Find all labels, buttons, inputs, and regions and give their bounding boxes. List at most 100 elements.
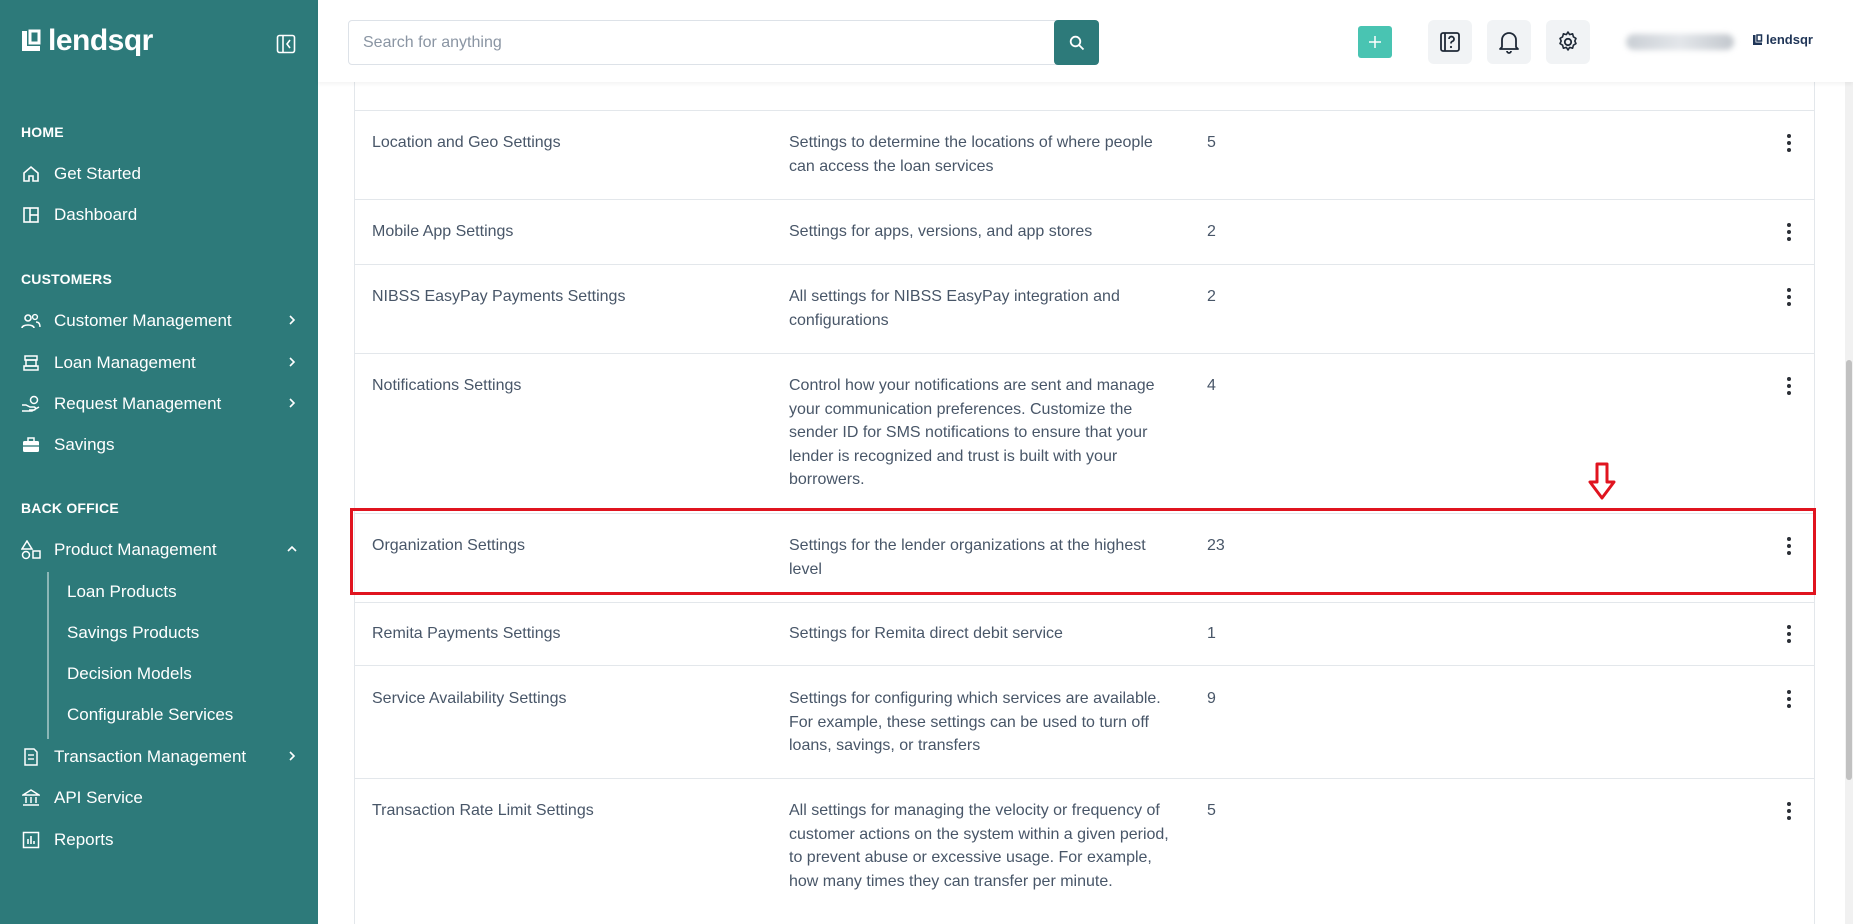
- sidebar-item-label: Transaction Management: [54, 747, 247, 766]
- setting-description: Settings for apps, versions, and app sto…: [789, 223, 1093, 240]
- briefcase-icon: [21, 435, 41, 455]
- table-row[interactable]: NIBSS EasyPay Payments Settings All sett…: [355, 265, 1814, 354]
- plus-icon: [1369, 36, 1381, 48]
- sidebar-item-label: Loan Management: [54, 353, 196, 372]
- section-home: HOME: [21, 124, 64, 140]
- sidebar-subitem-decision-models[interactable]: Decision Models: [67, 660, 192, 688]
- setting-description: Control how your notifications are sent …: [789, 377, 1155, 488]
- bank-icon: [21, 353, 41, 373]
- search-input[interactable]: [348, 20, 1065, 65]
- setting-description: Settings to determine the locations of w…: [789, 134, 1153, 175]
- bank-building-icon: [21, 788, 41, 808]
- more-options-icon[interactable]: [1779, 374, 1799, 398]
- setting-name: Service Availability Settings: [372, 690, 567, 707]
- small-logo-mark-icon: [1753, 33, 1763, 45]
- users-icon: [21, 311, 41, 331]
- setting-description: All settings for managing the velocity o…: [789, 802, 1169, 890]
- setting-count: 2: [1207, 288, 1216, 305]
- gear-icon: [1559, 31, 1577, 51]
- setting-count: 9: [1207, 690, 1216, 707]
- hand-request-icon: [21, 394, 41, 414]
- sidebar-item-savings[interactable]: Savings: [21, 430, 299, 460]
- sidebar: lendsqr HOME Get Started Dashboard CUSTO…: [0, 0, 318, 924]
- sidebar-item-label: Dashboard: [54, 205, 138, 224]
- sidebar-item-get-started[interactable]: Get Started: [21, 159, 299, 189]
- setting-count: 2: [1207, 223, 1216, 240]
- table-row[interactable]: Service Availability Settings Settings f…: [355, 666, 1814, 779]
- chevron-up-icon: [287, 545, 297, 552]
- table-row[interactable]: Mobile App Settings Settings for apps, v…: [355, 200, 1814, 265]
- sidebar-subitem-configurable-services[interactable]: Configurable Services: [67, 701, 233, 729]
- search-button[interactable]: [1054, 20, 1099, 65]
- more-options-icon[interactable]: [1779, 799, 1799, 823]
- sidebar-item-loan-management[interactable]: Loan Management: [21, 348, 299, 378]
- logo-mark-icon: [22, 29, 41, 51]
- sidebar-item-product-management[interactable]: Product Management: [21, 535, 299, 565]
- small-logo-text: lendsqr: [1766, 32, 1813, 47]
- sidebar-subitem-loan-products[interactable]: Loan Products: [67, 578, 177, 606]
- sidebar-subitem-savings-products[interactable]: Savings Products: [67, 619, 199, 647]
- setting-name: NIBSS EasyPay Payments Settings: [372, 288, 626, 305]
- setting-description: All settings for NIBSS EasyPay integrati…: [789, 288, 1120, 329]
- sidebar-item-customer-management[interactable]: Customer Management: [21, 306, 299, 336]
- sidebar-item-transaction-management[interactable]: Transaction Management: [21, 742, 299, 772]
- organization-logo[interactable]: lendsqr: [1752, 32, 1813, 47]
- user-name-blurred[interactable]: [1626, 34, 1734, 50]
- search-icon: [1069, 35, 1084, 50]
- collapse-sidebar-icon[interactable]: [276, 34, 296, 54]
- table-row[interactable]: Location and Geo Settings Settings to de…: [355, 111, 1814, 200]
- setting-count: 5: [1207, 802, 1216, 819]
- add-button[interactable]: [1358, 26, 1392, 58]
- chevron-right-icon: [289, 751, 296, 761]
- more-options-icon[interactable]: [1779, 622, 1799, 646]
- setting-description: Settings for Remita direct debit service: [789, 625, 1063, 642]
- setting-description: Settings for configuring which services …: [789, 690, 1161, 754]
- sidebar-item-label: Product Management: [54, 540, 217, 559]
- settings-button[interactable]: [1546, 20, 1590, 64]
- home-icon: [21, 164, 41, 184]
- setting-name: Location and Geo Settings: [372, 134, 561, 151]
- chevron-right-icon: [289, 357, 296, 367]
- setting-name: Mobile App Settings: [372, 223, 514, 240]
- setting-name: Notifications Settings: [372, 377, 522, 394]
- dashboard-icon: [21, 205, 41, 225]
- highlight-box: [350, 508, 1816, 595]
- sidebar-item-label: API Service: [54, 788, 143, 807]
- scrollbar-thumb[interactable]: [1846, 360, 1852, 780]
- more-options-icon[interactable]: [1779, 687, 1799, 711]
- submenu-guide-line: [47, 572, 49, 739]
- section-customers: CUSTOMERS: [21, 271, 112, 287]
- sidebar-item-dashboard[interactable]: Dashboard: [21, 200, 299, 230]
- more-options-icon[interactable]: [1779, 285, 1799, 309]
- sidebar-item-api-service[interactable]: API Service: [21, 783, 299, 813]
- logo-text: lendsqr: [48, 24, 153, 57]
- setting-count: 1: [1207, 625, 1216, 642]
- setting-count: 5: [1207, 134, 1216, 151]
- more-options-icon[interactable]: [1779, 131, 1799, 155]
- sidebar-item-label: Get Started: [54, 164, 141, 183]
- setting-name: Remita Payments Settings: [372, 625, 561, 642]
- sidebar-item-reports[interactable]: Reports: [21, 825, 299, 855]
- setting-name: Transaction Rate Limit Settings: [372, 802, 594, 819]
- table-row[interactable]: Transaction Rate Limit Settings All sett…: [355, 779, 1814, 924]
- chart-icon: [21, 830, 41, 850]
- notifications-button[interactable]: [1487, 20, 1531, 64]
- chevron-right-icon: [289, 315, 296, 325]
- shapes-icon: [21, 540, 41, 560]
- down-arrow-annotation-icon: [1588, 462, 1616, 500]
- bell-icon: [1499, 32, 1519, 54]
- help-icon: [1440, 32, 1460, 52]
- sidebar-item-label: Customer Management: [54, 311, 232, 330]
- receipt-icon: [21, 747, 41, 767]
- help-button[interactable]: [1428, 20, 1472, 64]
- sidebar-item-request-management[interactable]: Request Management: [21, 389, 299, 419]
- sidebar-item-label: Reports: [54, 830, 114, 849]
- sidebar-item-label: Savings: [54, 435, 115, 454]
- lendsqr-logo[interactable]: lendsqr: [20, 24, 153, 58]
- more-options-icon[interactable]: [1779, 220, 1799, 244]
- table-row[interactable]: Remita Payments Settings Settings for Re…: [355, 603, 1814, 666]
- setting-count: 4: [1207, 377, 1216, 394]
- top-bar: lendsqr: [318, 0, 1853, 82]
- section-back-office: BACK OFFICE: [21, 500, 119, 516]
- sidebar-item-label: Request Management: [54, 394, 222, 413]
